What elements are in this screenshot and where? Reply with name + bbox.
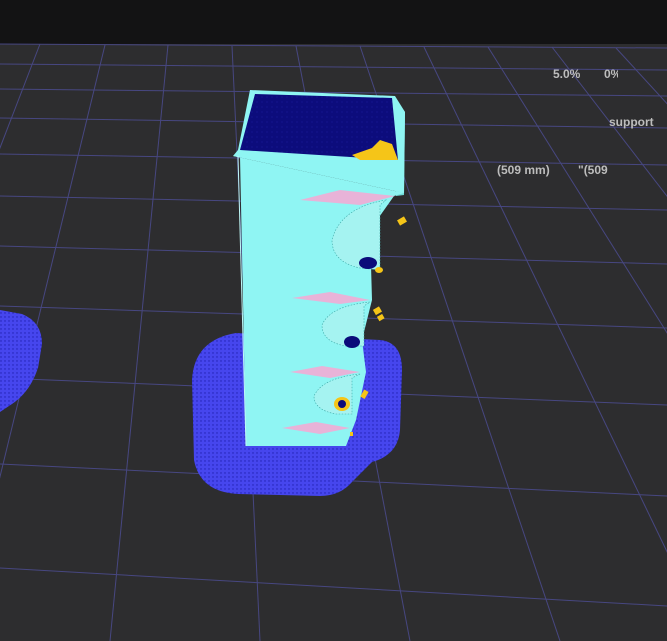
scene-canvas[interactable] <box>0 0 667 641</box>
infill-percentage-clipped-label: 0% <box>604 67 618 81</box>
model-size-mm-label: (509 mm) <box>497 163 550 177</box>
support-label: support <box>609 115 654 129</box>
3d-viewport[interactable]: 5.0% 0% support (509 mm) "(509 <box>0 0 667 641</box>
raft-left[interactable] <box>0 310 42 412</box>
infill-percentage-label: 5.0% <box>553 67 581 81</box>
model-size-inch-label: "(509 <box>578 163 608 177</box>
